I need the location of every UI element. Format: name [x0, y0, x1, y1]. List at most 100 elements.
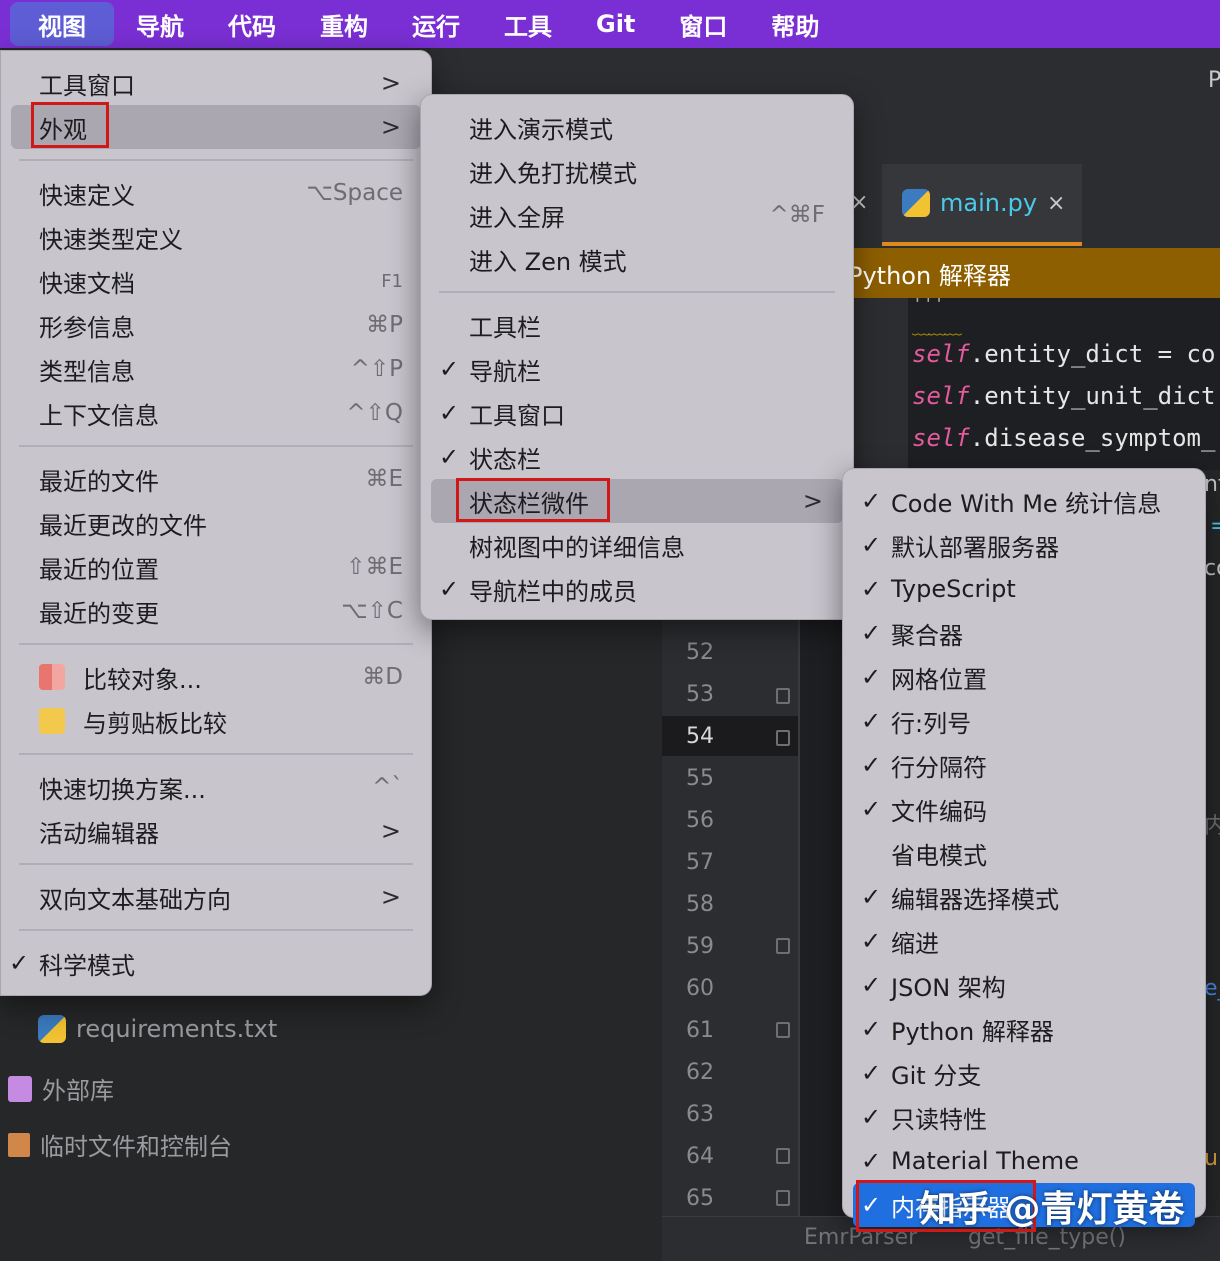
- menu-item-full-screen[interactable]: 进入全屏 ^⌘F: [431, 195, 843, 235]
- menu-item-quick-type-definition[interactable]: 快速类型定义: [11, 217, 421, 257]
- edge-text: nt: [1204, 472, 1220, 497]
- menu-item-do-not-disturb[interactable]: 进入免打扰模式: [431, 151, 843, 191]
- checkmark-icon: ✓: [861, 1147, 882, 1175]
- menu-item-tool-windows[interactable]: 工具窗口 >: [11, 63, 421, 103]
- menu-item-zen-mode[interactable]: 进入 Zen 模式: [431, 239, 843, 279]
- menu-item-tool-window-bars[interactable]: ✓ 工具窗口: [431, 393, 843, 433]
- fold-marker-icon[interactable]: [776, 688, 790, 704]
- fold-marker-icon[interactable]: [776, 1148, 790, 1164]
- menu-separator: [19, 159, 413, 161]
- tree-item-requirements[interactable]: requirements.txt: [38, 1015, 277, 1043]
- menubar-git[interactable]: Git: [574, 2, 657, 46]
- menu-separator: [19, 643, 413, 645]
- project-tree: requirements.txt 外部库 临时文件和控制台: [0, 995, 430, 1260]
- widget-grid-position[interactable]: ✓ 网格位置: [853, 657, 1195, 697]
- tree-item-scratches[interactable]: 临时文件和控制台: [8, 1127, 232, 1162]
- line-number: 56: [686, 808, 714, 833]
- widget-file-encoding[interactable]: ✓ 文件编码: [853, 789, 1195, 829]
- tree-item-label: 外部库: [42, 1077, 114, 1105]
- fold-marker-icon[interactable]: [776, 938, 790, 954]
- line-number: 63: [686, 1102, 714, 1127]
- widget-line-column[interactable]: ✓ 行:列号: [853, 701, 1195, 741]
- interpreter-banner[interactable]: Python 解释器: [848, 248, 1220, 298]
- menu-separator: [439, 291, 835, 293]
- menubar-help[interactable]: 帮助: [749, 2, 841, 46]
- checkmark-icon: ✓: [861, 883, 882, 911]
- chevron-right-icon: >: [380, 69, 401, 97]
- chevron-right-icon: >: [380, 113, 401, 141]
- menubar-navigate[interactable]: 导航: [114, 2, 206, 46]
- line-number: 54: [686, 724, 714, 749]
- widget-material-theme[interactable]: ✓ Material Theme: [853, 1141, 1195, 1181]
- checkmark-icon: ✓: [861, 1059, 882, 1087]
- menu-item-bidi-text-direction[interactable]: 双向文本基础方向 >: [11, 877, 421, 917]
- close-icon[interactable]: ×: [1047, 191, 1065, 216]
- menubar-tools[interactable]: 工具: [482, 2, 574, 46]
- tree-item-label: 临时文件和控制台: [40, 1133, 232, 1161]
- fold-marker-icon[interactable]: [776, 1190, 790, 1206]
- menubar-run[interactable]: 运行: [390, 2, 482, 46]
- widget-read-only[interactable]: ✓ 只读特性: [853, 1097, 1195, 1137]
- menu-separator: [19, 753, 413, 755]
- tree-item-label: requirements.txt: [76, 1015, 278, 1043]
- menu-bar: 视图 导航 代码 重构 运行 工具 Git 窗口 帮助: [0, 0, 1220, 48]
- menubar-view[interactable]: 视图: [10, 2, 114, 46]
- menu-item-scientific-mode[interactable]: ✓ 科学模式: [9, 943, 421, 983]
- edge-text: =: [1210, 514, 1220, 539]
- widget-selection-mode[interactable]: ✓ 编辑器选择模式: [853, 877, 1195, 917]
- fold-marker-icon[interactable]: [776, 730, 790, 746]
- menu-item-toolbar[interactable]: 工具栏: [431, 305, 843, 345]
- menu-item-quick-definition[interactable]: 快速定义 ⌥Space: [11, 173, 421, 213]
- fold-marker-icon[interactable]: [776, 1022, 790, 1038]
- chevron-right-icon: >: [380, 817, 401, 845]
- checkmark-icon: ✓: [861, 927, 882, 955]
- menu-item-compare-with[interactable]: 比较对象... ⌘D: [11, 657, 421, 697]
- menu-item-quick-switch-scheme[interactable]: 快速切换方案... ^`: [11, 767, 421, 807]
- widget-line-separator[interactable]: ✓ 行分隔符: [853, 745, 1195, 785]
- menu-item-type-info[interactable]: 类型信息 ^⇧P: [11, 349, 421, 389]
- editor-content[interactable]: [798, 620, 846, 1220]
- line-number: 53: [686, 682, 714, 707]
- widget-code-with-me[interactable]: ✓ Code With Me 统计信息: [853, 481, 1195, 521]
- checkmark-icon: ✓: [861, 531, 882, 559]
- widget-indent[interactable]: ✓ 缩进: [853, 921, 1195, 961]
- menu-item-presentation-mode[interactable]: 进入演示模式: [431, 107, 843, 147]
- menu-item-quick-documentation[interactable]: 快速文档 F1: [11, 261, 421, 301]
- widget-json-schema[interactable]: ✓ JSON 架构: [853, 965, 1195, 1005]
- edge-text: e_: [1204, 976, 1220, 1001]
- widget-python-interpreter[interactable]: ✓ Python 解释器: [853, 1009, 1195, 1049]
- menubar-refactor[interactable]: 重构: [298, 2, 390, 46]
- menu-item-status-bar[interactable]: ✓ 状态栏: [431, 437, 843, 477]
- menu-item-recent-files[interactable]: 最近的文件 ⌘E: [11, 459, 421, 499]
- menu-item-navbar-members[interactable]: ✓ 导航栏中的成员: [431, 569, 843, 609]
- widget-power-save[interactable]: 省电模式: [853, 833, 1195, 873]
- menubar-window[interactable]: 窗口: [657, 2, 749, 46]
- menu-item-active-editor[interactable]: 活动编辑器 >: [11, 811, 421, 851]
- menu-item-recent-changes[interactable]: 最近的变更 ⌥⇧C: [11, 591, 421, 631]
- menu-item-navigation-bar[interactable]: ✓ 导航栏: [431, 349, 843, 389]
- checkmark-icon: ✓: [9, 949, 30, 977]
- view-menu: 工具窗口 > 外观 > 快速定义 ⌥Space 快速类型定义 快速文档 F1 形参信息 ⌘…: [0, 50, 432, 996]
- menu-item-recent-locations[interactable]: 最近的位置 ⇧⌘E: [11, 547, 421, 587]
- widget-git-branch[interactable]: ✓ Git 分支: [853, 1053, 1195, 1093]
- status-bar-widgets-submenu: ✓ Code With Me 统计信息 ✓ 默认部署服务器 ✓ TypeScript …: [842, 468, 1206, 1227]
- interpreter-banner-text: Python 解释器: [848, 261, 1011, 290]
- line-number: 58: [686, 892, 714, 917]
- line-number: 61: [686, 1018, 714, 1043]
- widget-typescript[interactable]: ✓ TypeScript: [853, 569, 1195, 609]
- menubar-code[interactable]: 代码: [206, 2, 298, 46]
- checkmark-icon: ✓: [861, 663, 882, 691]
- python-file-icon: [38, 1015, 66, 1043]
- tab-main-py[interactable]: main.py ×: [882, 164, 1082, 246]
- menu-item-tree-details[interactable]: 树视图中的详细信息: [431, 525, 843, 565]
- menu-item-recently-changed-files[interactable]: 最近更改的文件: [11, 503, 421, 543]
- widget-aggregator[interactable]: ✓ 聚合器: [853, 613, 1195, 653]
- tree-item-external-libraries[interactable]: 外部库: [8, 1071, 114, 1106]
- menu-item-context-info[interactable]: 上下文信息 ^⇧Q: [11, 393, 421, 433]
- menu-item-compare-with-clipboard[interactable]: 与剪贴板比较: [11, 701, 421, 741]
- checkmark-icon: ✓: [861, 971, 882, 999]
- python-file-icon: [902, 189, 930, 217]
- widget-deployment-server[interactable]: ✓ 默认部署服务器: [853, 525, 1195, 565]
- menu-item-parameter-info[interactable]: 形参信息 ⌘P: [11, 305, 421, 345]
- code-editor[interactable]: ''' ﹏﹏﹏ self.entity_dict = co self.entit…: [852, 298, 1220, 470]
